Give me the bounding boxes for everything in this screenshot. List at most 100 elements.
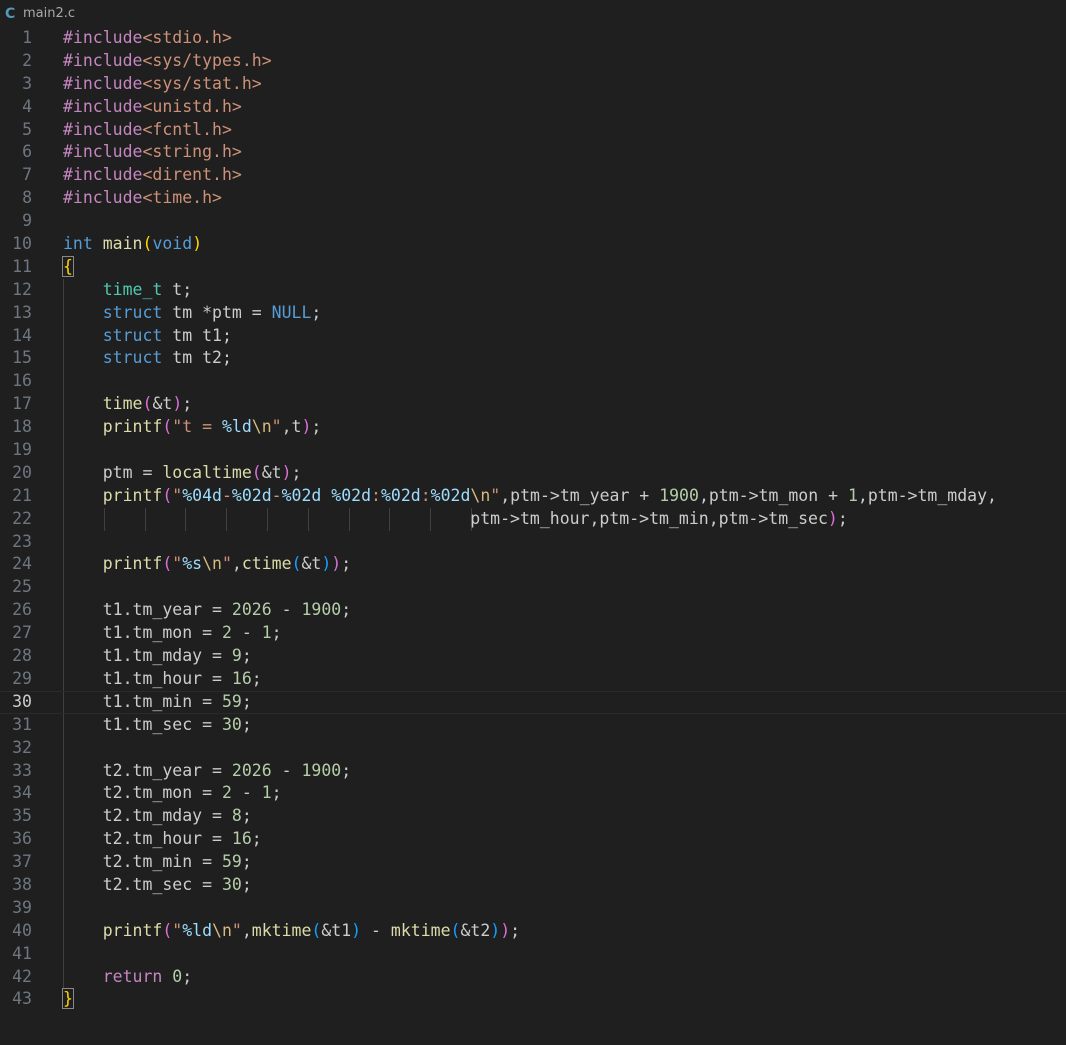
- code-text[interactable]: t2.tm_hour = 16;: [63, 828, 262, 851]
- code-line[interactable]: 32: [0, 736, 1066, 760]
- code-text[interactable]: t1.tm_hour = 16;: [63, 668, 262, 691]
- code-text[interactable]: t1.tm_min = 59;: [63, 692, 252, 713]
- code-text[interactable]: t1.tm_mon = 2 - 1;: [63, 622, 282, 645]
- code-line[interactable]: 31 t1.tm_sec = 30;: [0, 713, 1066, 737]
- code-text[interactable]: time(&t);: [63, 393, 192, 416]
- code-text[interactable]: t2.tm_year = 2026 - 1900;: [63, 760, 351, 783]
- code-text[interactable]: {: [62, 255, 74, 279]
- code-line[interactable]: 6 #include<string.h>: [0, 141, 1066, 164]
- code-line[interactable]: 26 t1.tm_year = 2026 - 1900;: [0, 599, 1066, 623]
- code-text[interactable]: t2.tm_mday = 8;: [63, 805, 252, 828]
- code-text[interactable]: printf("%04d-%02d-%02d %02d:%02d:%02d\n"…: [63, 485, 997, 508]
- code-text[interactable]: t2.tm_mon = 2 - 1;: [63, 782, 282, 805]
- code-text[interactable]: struct tm t2;: [63, 347, 232, 370]
- code-token: ;: [291, 462, 302, 482]
- code-editor[interactable]: C main2.c 1 #include<stdio.h> 2 #include<sy…: [0, 0, 1066, 1045]
- code-line[interactable]: 28 t1.tm_mday = 9;: [0, 645, 1066, 668]
- code-token: ;: [311, 417, 322, 437]
- code-line[interactable]: 11 {: [0, 255, 1066, 279]
- code-text[interactable]: t1.tm_year = 2026 - 1900;: [63, 599, 351, 622]
- code-line[interactable]: 5 #include<fcntl.h>: [0, 119, 1066, 142]
- code-line[interactable]: 33 t2.tm_year = 2026 - 1900;: [0, 759, 1066, 783]
- code-line[interactable]: 8 #include<time.h>: [0, 187, 1066, 210]
- code-line[interactable]: 10 int main(void): [0, 233, 1066, 256]
- code-token: <string.h>: [142, 142, 242, 162]
- code-text[interactable]: printf("%ld\n",mktime(&t1) - mktime(&t2)…: [63, 920, 520, 943]
- line-number: 33: [12, 760, 32, 780]
- code-text[interactable]: printf("%s\n",ctime(&t));: [63, 553, 351, 576]
- code-text[interactable]: ptm = localtime(&t);: [63, 462, 302, 485]
- code-line[interactable]: 25: [0, 576, 1066, 600]
- code-line[interactable]: 39: [0, 896, 1066, 920]
- code-text[interactable]: printf("t = %ld\n",t);: [63, 416, 322, 439]
- code-line[interactable]: 1 #include<stdio.h>: [0, 27, 1066, 50]
- code-line[interactable]: 2 #include<sys/types.h>: [0, 50, 1066, 73]
- code-line[interactable]: 42 return 0;: [0, 965, 1066, 989]
- code-text[interactable]: #include<time.h>: [63, 187, 222, 210]
- code-line[interactable]: 23: [0, 530, 1066, 554]
- code-text[interactable]: #include<sys/types.h>: [63, 50, 272, 73]
- code-text[interactable]: return 0;: [63, 966, 192, 989]
- code-line[interactable]: 41: [0, 942, 1066, 966]
- code-text[interactable]: t1.tm_sec = 30;: [63, 714, 252, 737]
- code-line[interactable]: 7 #include<dirent.h>: [0, 164, 1066, 187]
- code-text[interactable]: t2.tm_sec = 30;: [63, 874, 252, 897]
- code-line[interactable]: 30 t1.tm_min = 59;: [0, 690, 1066, 714]
- code-area[interactable]: 1 #include<stdio.h> 2 #include<sys/types.h>…: [0, 27, 1066, 1011]
- breadcrumb-filename[interactable]: main2.c: [23, 6, 75, 21]
- code-line[interactable]: 24 printf("%s\n",ctime(&t));: [0, 553, 1066, 577]
- line-number: 43: [12, 989, 32, 1009]
- code-line[interactable]: 4 #include<unistd.h>: [0, 96, 1066, 119]
- line-number: 41: [12, 943, 32, 963]
- code-text[interactable]: t1.tm_mday = 9;: [63, 645, 252, 668]
- code-text[interactable]: #include<dirent.h>: [63, 164, 242, 187]
- code-text[interactable]: #include<stdio.h>: [63, 27, 232, 50]
- indent-guide: [63, 736, 64, 760]
- code-text[interactable]: }: [62, 988, 74, 1011]
- code-line[interactable]: 29 t1.tm_hour = 16;: [0, 667, 1066, 691]
- code-token: ): [351, 920, 362, 940]
- code-token: (: [251, 462, 262, 482]
- code-text[interactable]: int main(void): [63, 233, 202, 256]
- code-text[interactable]: #include<string.h>: [63, 141, 242, 164]
- breadcrumb[interactable]: C main2.c: [0, 0, 1066, 27]
- code-line[interactable]: 38 t2.tm_sec = 30;: [0, 873, 1066, 897]
- code-line[interactable]: 14 struct tm t1;: [0, 324, 1066, 348]
- code-line[interactable]: 43}: [0, 988, 1066, 1011]
- code-line[interactable]: 17 time(&t);: [0, 393, 1066, 417]
- code-text[interactable]: time_t t;: [63, 279, 192, 302]
- code-token: 1: [261, 623, 272, 643]
- code-text[interactable]: #include<sys/stat.h>: [63, 73, 262, 96]
- code-line[interactable]: 18 printf("t = %ld\n",t);: [0, 416, 1066, 440]
- code-line[interactable]: 35 t2.tm_mday = 8;: [0, 805, 1066, 829]
- code-line[interactable]: 12 time_t t;: [0, 278, 1066, 302]
- code-line[interactable]: 27 t1.tm_mon = 2 - 1;: [0, 622, 1066, 646]
- code-line[interactable]: 19: [0, 439, 1066, 462]
- code-text[interactable]: t2.tm_min = 59;: [63, 851, 252, 874]
- code-line[interactable]: 3 #include<sys/stat.h>: [0, 73, 1066, 96]
- code-text[interactable]: struct tm t1;: [63, 325, 232, 348]
- line-number: 16: [12, 371, 32, 391]
- code-line[interactable]: 16: [0, 370, 1066, 394]
- code-line[interactable]: 36 t2.tm_hour = 16;: [0, 828, 1066, 852]
- code-line[interactable]: 21 printf("%04d-%02d-%02d %02d:%02d:%02d…: [0, 484, 1066, 508]
- code-line[interactable]: 15 struct tm t2;: [0, 347, 1066, 371]
- code-token: ;: [341, 554, 352, 574]
- code-line[interactable]: 37 t2.tm_min = 59;: [0, 851, 1066, 874]
- line-number: 13: [12, 302, 32, 322]
- code-line[interactable]: 20 ptm = localtime(&t);: [0, 461, 1066, 485]
- line-number: 8: [22, 188, 32, 208]
- code-line[interactable]: 22 ptm->tm_hour,ptm->tm_min,ptm->tm_sec)…: [0, 507, 1066, 531]
- code-line[interactable]: 34 t2.tm_mon = 2 - 1;: [0, 782, 1066, 806]
- code-text[interactable]: ptm->tm_hour,ptm->tm_min,ptm->tm_sec);: [63, 508, 848, 531]
- code-line[interactable]: 9: [0, 210, 1066, 233]
- code-token: <unistd.h>: [142, 96, 242, 116]
- code-text[interactable]: #include<unistd.h>: [63, 96, 242, 119]
- code-line[interactable]: 13 struct tm *ptm = NULL;: [0, 301, 1066, 325]
- code-token: t1.tm_sec =: [63, 714, 222, 734]
- line-number: 32: [12, 737, 32, 757]
- code-text[interactable]: #include<fcntl.h>: [63, 119, 232, 142]
- code-token: t1.tm_mon =: [63, 623, 222, 643]
- code-line[interactable]: 40 printf("%ld\n",mktime(&t1) - mktime(&…: [0, 919, 1066, 943]
- code-text[interactable]: struct tm *ptm = NULL;: [63, 302, 322, 325]
